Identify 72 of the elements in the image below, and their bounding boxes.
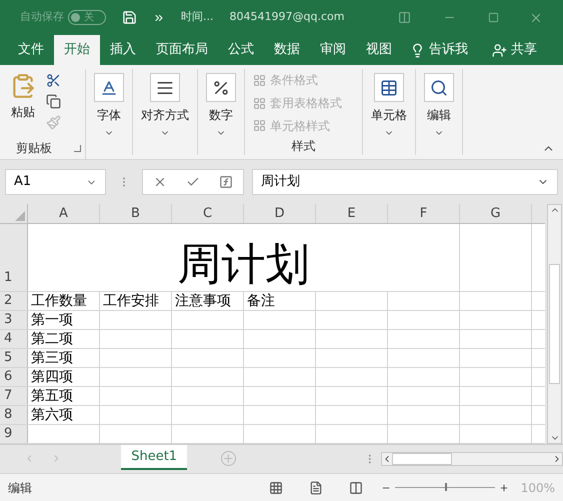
dialog-launcher-icon[interactable] [74, 144, 81, 152]
sheet-tab[interactable]: Sheet1 [121, 445, 188, 470]
zoom-in-icon[interactable] [498, 482, 509, 492]
ribbon-tab[interactable]: 公式 [218, 35, 264, 65]
vertical-scrollbar[interactable] [547, 204, 562, 444]
ribbon-tab[interactable]: 页面布局 [146, 35, 218, 65]
formula-input[interactable]: 周计划 [252, 169, 558, 195]
paste-button[interactable]: 粘贴 [4, 69, 42, 139]
column-header[interactable]: E [316, 204, 388, 223]
page-layout-icon[interactable] [308, 480, 323, 494]
row-header[interactable]: 3 [0, 311, 28, 329]
ribbon-tab[interactable]: 数据 [264, 35, 310, 65]
maximize-icon[interactable] [488, 12, 499, 23]
column-header[interactable]: F [388, 204, 460, 223]
table-cell: 第五项 [28, 387, 100, 405]
column-header[interactable]: G [460, 204, 532, 223]
ribbon-button[interactable]: 对齐方式 [141, 73, 189, 124]
zoom-slider-thumb[interactable] [444, 483, 447, 491]
percent-icon [212, 78, 230, 96]
autosave-label: 自动保存 [20, 9, 64, 26]
group-label: 样式 [292, 138, 316, 156]
share-button[interactable]: 共享 [492, 35, 537, 65]
cut-icon[interactable] [46, 73, 61, 88]
table-icon [380, 78, 398, 96]
column-header[interactable]: D [244, 204, 316, 223]
row-header[interactable]: 6 [0, 368, 28, 386]
table-cell: 第一项 [28, 311, 100, 329]
style-icon [253, 74, 266, 87]
account-name: 804541997@qq.com [230, 9, 344, 26]
ribbon-tab[interactable]: 插入 [100, 35, 146, 65]
ribbon-button[interactable]: 单元格 [371, 73, 407, 124]
row-header[interactable]: 1 [0, 224, 28, 291]
column-header[interactable]: C [172, 204, 244, 223]
table-cell: 备注 [244, 292, 316, 310]
column-header[interactable]: A [28, 204, 100, 223]
style-icon [253, 119, 266, 132]
row-header[interactable]: 2 [0, 292, 28, 310]
lightbulb-icon [410, 42, 425, 58]
column-header[interactable]: B [100, 204, 172, 223]
row-header[interactable]: 4 [0, 330, 28, 348]
window-title: 时间... [181, 9, 214, 26]
table-cell: 第三项 [28, 349, 100, 367]
insert-function-icon[interactable] [219, 175, 234, 189]
table-cell: 第四项 [28, 368, 100, 386]
table-cell: 注意事项 [172, 292, 244, 310]
copy-icon[interactable] [46, 94, 61, 109]
ribbon-display-icon[interactable] [398, 11, 411, 24]
table-cell: 第六项 [28, 406, 100, 424]
table-cell: 周计划 [28, 224, 460, 291]
ribbon-tab[interactable]: 审阅 [310, 35, 356, 65]
save-icon[interactable] [122, 10, 137, 25]
name-box[interactable]: A1 [5, 169, 106, 195]
font-color-icon [100, 78, 118, 96]
normal-view-icon[interactable] [268, 480, 283, 494]
horizontal-scrollbar[interactable] [381, 452, 563, 466]
row-header[interactable]: 9 [0, 425, 28, 443]
row-header[interactable]: 5 [0, 349, 28, 367]
tell-me-button[interactable]: 告诉我 [406, 35, 472, 65]
table-cell: 工作数量 [28, 292, 100, 310]
ribbon-tab[interactable]: 文件 [8, 35, 54, 65]
style-icon [253, 96, 266, 110]
page-break-icon[interactable] [348, 480, 363, 494]
row-header[interactable]: 8 [0, 406, 28, 424]
ribbon-tab[interactable]: 开始 [54, 35, 100, 65]
status-mode: 编辑 [8, 480, 32, 496]
row-header[interactable]: 7 [0, 387, 28, 405]
table-cell: 第二项 [28, 330, 100, 348]
ribbon-tab[interactable]: 视图 [356, 35, 402, 65]
user-plus-icon [492, 42, 507, 58]
group-label: 剪贴板 [15, 140, 52, 157]
table-cell: 工作安排 [100, 292, 172, 310]
search-icon [430, 78, 448, 96]
